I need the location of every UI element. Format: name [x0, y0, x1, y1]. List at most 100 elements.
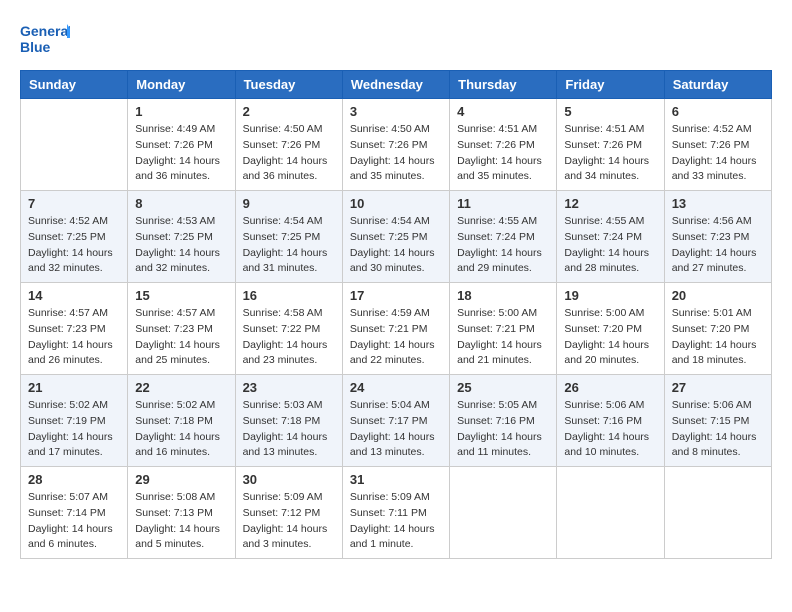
- calendar-header-row: SundayMondayTuesdayWednesdayThursdayFrid…: [21, 71, 772, 99]
- day-info: Sunrise: 4:50 AM Sunset: 7:26 PM Dayligh…: [350, 122, 442, 185]
- day-number: 8: [135, 196, 227, 211]
- day-info: Sunrise: 4:50 AM Sunset: 7:26 PM Dayligh…: [243, 122, 335, 185]
- day-info: Sunrise: 4:51 AM Sunset: 7:26 PM Dayligh…: [457, 122, 549, 185]
- weekday-header-sunday: Sunday: [21, 71, 128, 99]
- day-number: 24: [350, 380, 442, 395]
- day-number: 1: [135, 104, 227, 119]
- svg-text:Blue: Blue: [20, 39, 51, 55]
- calendar-week-row: 7 Sunrise: 4:52 AM Sunset: 7:25 PM Daylig…: [21, 191, 772, 283]
- day-number: 26: [564, 380, 656, 395]
- day-info: Sunrise: 5:05 AM Sunset: 7:16 PM Dayligh…: [457, 398, 549, 461]
- calendar-cell: [557, 467, 664, 559]
- day-info: Sunrise: 4:58 AM Sunset: 7:22 PM Dayligh…: [243, 306, 335, 369]
- day-number: 10: [350, 196, 442, 211]
- calendar-cell: 24 Sunrise: 5:04 AM Sunset: 7:17 PM Dayli…: [342, 375, 449, 467]
- day-info: Sunrise: 5:02 AM Sunset: 7:18 PM Dayligh…: [135, 398, 227, 461]
- logo: General Blue: [20, 20, 70, 60]
- day-info: Sunrise: 5:06 AM Sunset: 7:16 PM Dayligh…: [564, 398, 656, 461]
- calendar-cell: 31Sunrise: 5:09 AM Sunset: 7:11 PM Dayli…: [342, 467, 449, 559]
- day-info: Sunrise: 4:51 AM Sunset: 7:26 PM Dayligh…: [564, 122, 656, 185]
- calendar-cell: 19Sunrise: 5:00 AM Sunset: 7:20 PM Dayli…: [557, 283, 664, 375]
- day-info: Sunrise: 5:00 AM Sunset: 7:21 PM Dayligh…: [457, 306, 549, 369]
- weekday-header-tuesday: Tuesday: [235, 71, 342, 99]
- calendar-cell: 15Sunrise: 4:57 AM Sunset: 7:23 PM Dayli…: [128, 283, 235, 375]
- calendar-cell: 28 Sunrise: 5:07 AM Sunset: 7:14 PM Dayli…: [21, 467, 128, 559]
- calendar-cell: 8 Sunrise: 4:53 AM Sunset: 7:25 PM Daylig…: [128, 191, 235, 283]
- day-number: 25: [457, 380, 549, 395]
- day-info: Sunrise: 4:59 AM Sunset: 7:21 PM Dayligh…: [350, 306, 442, 369]
- calendar-cell: 26 Sunrise: 5:06 AM Sunset: 7:16 PM Dayli…: [557, 375, 664, 467]
- logo-svg: General Blue: [20, 20, 70, 60]
- day-info: Sunrise: 4:52 AM Sunset: 7:26 PM Dayligh…: [672, 122, 764, 185]
- day-number: 29: [135, 472, 227, 487]
- calendar-cell: [21, 99, 128, 191]
- day-number: 17: [350, 288, 442, 303]
- calendar-cell: 20Sunrise: 5:01 AM Sunset: 7:20 PM Dayli…: [664, 283, 771, 375]
- day-info: Sunrise: 4:55 AM Sunset: 7:24 PM Dayligh…: [457, 214, 549, 277]
- weekday-header-friday: Friday: [557, 71, 664, 99]
- day-number: 30: [243, 472, 335, 487]
- day-number: 14: [28, 288, 120, 303]
- day-number: 11: [457, 196, 549, 211]
- day-number: 5: [564, 104, 656, 119]
- weekday-header-saturday: Saturday: [664, 71, 771, 99]
- calendar-cell: 11 Sunrise: 4:55 AM Sunset: 7:24 PM Dayli…: [450, 191, 557, 283]
- calendar-cell: 5 Sunrise: 4:51 AM Sunset: 7:26 PM Daylig…: [557, 99, 664, 191]
- page-header: General Blue: [20, 20, 772, 60]
- day-number: 15: [135, 288, 227, 303]
- day-info: Sunrise: 4:55 AM Sunset: 7:24 PM Dayligh…: [564, 214, 656, 277]
- day-number: 7: [28, 196, 120, 211]
- calendar-cell: 23Sunrise: 5:03 AM Sunset: 7:18 PM Dayli…: [235, 375, 342, 467]
- weekday-header-monday: Monday: [128, 71, 235, 99]
- day-info: Sunrise: 5:08 AM Sunset: 7:13 PM Dayligh…: [135, 490, 227, 553]
- calendar-cell: 3 Sunrise: 4:50 AM Sunset: 7:26 PM Daylig…: [342, 99, 449, 191]
- day-info: Sunrise: 5:09 AM Sunset: 7:12 PM Dayligh…: [243, 490, 335, 553]
- day-number: 9: [243, 196, 335, 211]
- day-number: 4: [457, 104, 549, 119]
- calendar-week-row: 21Sunrise: 5:02 AM Sunset: 7:19 PM Dayli…: [21, 375, 772, 467]
- calendar-table: SundayMondayTuesdayWednesdayThursdayFrid…: [20, 70, 772, 559]
- day-info: Sunrise: 5:01 AM Sunset: 7:20 PM Dayligh…: [672, 306, 764, 369]
- day-number: 18: [457, 288, 549, 303]
- calendar-week-row: 1 Sunrise: 4:49 AM Sunset: 7:26 PM Daylig…: [21, 99, 772, 191]
- day-info: Sunrise: 5:07 AM Sunset: 7:14 PM Dayligh…: [28, 490, 120, 553]
- day-info: Sunrise: 5:02 AM Sunset: 7:19 PM Dayligh…: [28, 398, 120, 461]
- calendar-cell: 22 Sunrise: 5:02 AM Sunset: 7:18 PM Dayli…: [128, 375, 235, 467]
- weekday-header-thursday: Thursday: [450, 71, 557, 99]
- calendar-week-row: 14Sunrise: 4:57 AM Sunset: 7:23 PM Dayli…: [21, 283, 772, 375]
- day-number: 6: [672, 104, 764, 119]
- calendar-cell: 7 Sunrise: 4:52 AM Sunset: 7:25 PM Daylig…: [21, 191, 128, 283]
- calendar-cell: 2 Sunrise: 4:50 AM Sunset: 7:26 PM Daylig…: [235, 99, 342, 191]
- calendar-cell: 29 Sunrise: 5:08 AM Sunset: 7:13 PM Dayli…: [128, 467, 235, 559]
- day-number: 22: [135, 380, 227, 395]
- day-number: 16: [243, 288, 335, 303]
- calendar-cell: 17 Sunrise: 4:59 AM Sunset: 7:21 PM Dayli…: [342, 283, 449, 375]
- day-number: 2: [243, 104, 335, 119]
- day-number: 19: [564, 288, 656, 303]
- day-info: Sunrise: 4:56 AM Sunset: 7:23 PM Dayligh…: [672, 214, 764, 277]
- day-info: Sunrise: 5:04 AM Sunset: 7:17 PM Dayligh…: [350, 398, 442, 461]
- calendar-cell: 18 Sunrise: 5:00 AM Sunset: 7:21 PM Dayli…: [450, 283, 557, 375]
- day-info: Sunrise: 4:53 AM Sunset: 7:25 PM Dayligh…: [135, 214, 227, 277]
- calendar-cell: 21Sunrise: 5:02 AM Sunset: 7:19 PM Dayli…: [21, 375, 128, 467]
- calendar-cell: [664, 467, 771, 559]
- calendar-cell: 12 Sunrise: 4:55 AM Sunset: 7:24 PM Dayli…: [557, 191, 664, 283]
- calendar-cell: 10 Sunrise: 4:54 AM Sunset: 7:25 PM Dayli…: [342, 191, 449, 283]
- calendar-cell: [450, 467, 557, 559]
- day-info: Sunrise: 4:49 AM Sunset: 7:26 PM Dayligh…: [135, 122, 227, 185]
- calendar-cell: 27Sunrise: 5:06 AM Sunset: 7:15 PM Dayli…: [664, 375, 771, 467]
- day-info: Sunrise: 5:09 AM Sunset: 7:11 PM Dayligh…: [350, 490, 442, 553]
- calendar-cell: 14Sunrise: 4:57 AM Sunset: 7:23 PM Dayli…: [21, 283, 128, 375]
- day-number: 28: [28, 472, 120, 487]
- day-number: 3: [350, 104, 442, 119]
- svg-text:General: General: [20, 23, 70, 39]
- day-info: Sunrise: 4:54 AM Sunset: 7:25 PM Dayligh…: [243, 214, 335, 277]
- day-number: 12: [564, 196, 656, 211]
- day-info: Sunrise: 4:52 AM Sunset: 7:25 PM Dayligh…: [28, 214, 120, 277]
- calendar-cell: 9 Sunrise: 4:54 AM Sunset: 7:25 PM Daylig…: [235, 191, 342, 283]
- calendar-cell: 6 Sunrise: 4:52 AM Sunset: 7:26 PM Daylig…: [664, 99, 771, 191]
- weekday-header-wednesday: Wednesday: [342, 71, 449, 99]
- day-info: Sunrise: 4:54 AM Sunset: 7:25 PM Dayligh…: [350, 214, 442, 277]
- calendar-cell: 16 Sunrise: 4:58 AM Sunset: 7:22 PM Dayli…: [235, 283, 342, 375]
- day-number: 23: [243, 380, 335, 395]
